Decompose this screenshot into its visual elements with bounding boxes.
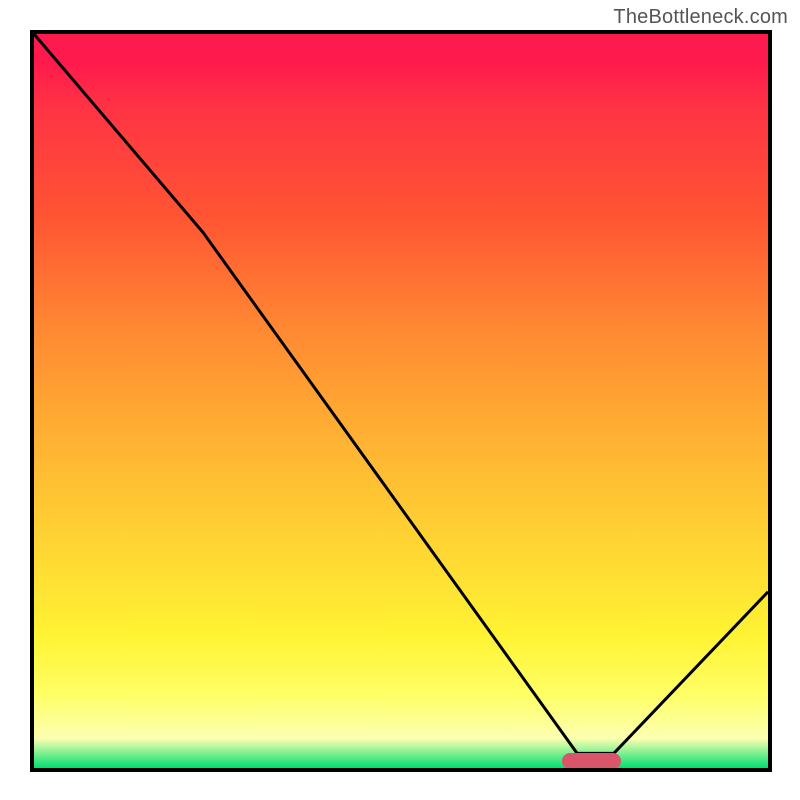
bottleneck-chart: TheBottleneck.com xyxy=(0,0,800,800)
attribution-label: TheBottleneck.com xyxy=(613,6,788,29)
plot-area xyxy=(30,30,772,772)
curve-path xyxy=(34,34,768,753)
bottleneck-curve xyxy=(34,34,768,768)
optimum-marker xyxy=(562,753,621,769)
